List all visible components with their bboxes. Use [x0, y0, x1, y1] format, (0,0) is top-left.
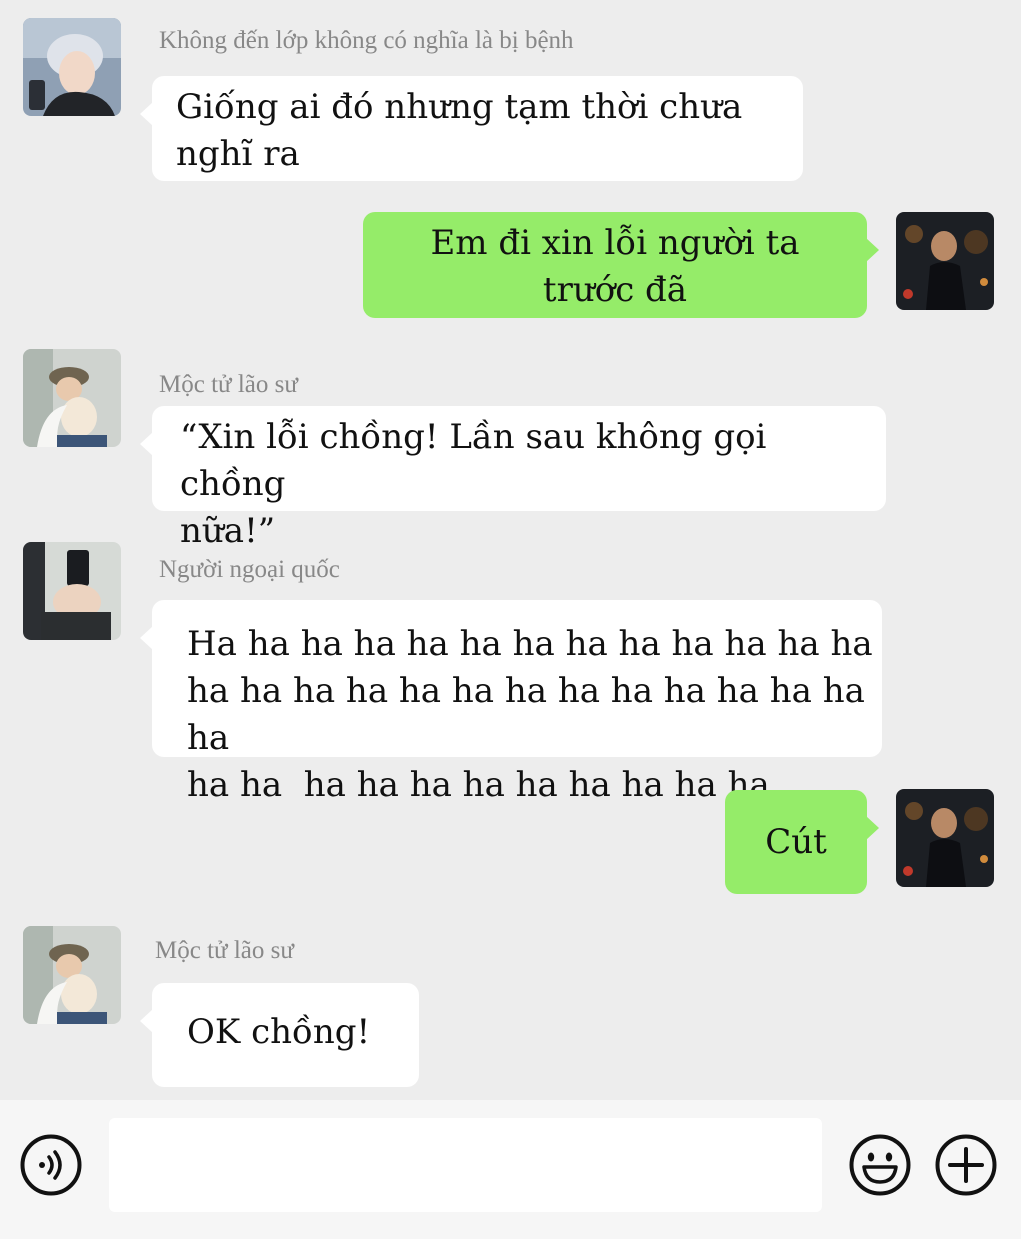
message-line: nghĩ ra [176, 134, 300, 174]
message-bubble[interactable]: OK chồng! [140, 983, 419, 1087]
message-line: nữa!” [180, 511, 276, 551]
avatar-mirror-selfie-icon [23, 542, 121, 640]
message-line: Cút [765, 822, 827, 862]
message-line: ha ha ha ha ha ha ha ha ha ha ha ha ha h… [187, 671, 876, 758]
plus-icon [935, 1134, 997, 1196]
sender-name: Người ngoại quốc [159, 556, 340, 583]
plus-button[interactable] [935, 1134, 997, 1196]
message-bubble[interactable]: Giống ai đó nhưng tạm thời chưa nghĩ ra [140, 76, 803, 181]
avatar-night-street-icon [896, 789, 994, 887]
message-line: trước đã [542, 270, 688, 310]
avatar-self[interactable] [896, 212, 994, 310]
avatar-mirror-selfie[interactable] [23, 542, 121, 640]
message-line: Em đi xin lỗi người ta [430, 223, 800, 263]
message-bubble-self[interactable]: Cút [725, 790, 879, 894]
voice-icon [20, 1134, 82, 1196]
sender-name: Mộc tử lão sư [155, 937, 294, 964]
message-line: Ha ha ha ha ha ha ha ha ha ha ha ha ha [187, 624, 873, 664]
message-bubble[interactable]: Ha ha ha ha ha ha ha ha ha ha ha ha ha h… [140, 600, 882, 805]
avatar-bucket-hat[interactable] [23, 926, 121, 1024]
message-line: OK chồng! [187, 1012, 371, 1052]
avatar-silver-hair[interactable] [23, 18, 121, 116]
message-input[interactable] [109, 1118, 822, 1212]
avatar-silver-hair-icon [23, 18, 121, 116]
avatar-night-street-icon [896, 212, 994, 310]
avatar-bucket-hat-teddy-icon [23, 349, 121, 447]
message-bubble-self[interactable]: Em đi xin lỗi người ta trước đã [363, 212, 879, 318]
avatar-bucket-hat[interactable] [23, 349, 121, 447]
message-line: Giống ai đó nhưng tạm thời chưa [176, 87, 743, 127]
sender-name: Không đến lớp không có nghĩa là bị bệnh [159, 27, 574, 54]
avatar-bucket-hat-teddy-icon [23, 926, 121, 1024]
emoji-button[interactable] [849, 1134, 911, 1196]
message-bubble[interactable]: “Xin lỗi chồng! Lần sau không gọi chồng … [140, 406, 886, 551]
emoji-icon [849, 1134, 911, 1196]
input-bar [0, 1100, 1021, 1239]
avatar-self[interactable] [896, 789, 994, 887]
message-line: “Xin lỗi chồng! Lần sau không gọi chồng [180, 417, 778, 504]
voice-button[interactable] [20, 1134, 82, 1196]
sender-name: Mộc tử lão sư [159, 371, 298, 398]
